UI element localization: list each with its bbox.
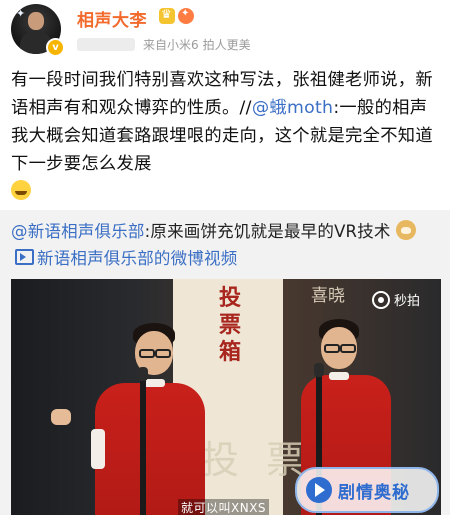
microphone-stand <box>140 379 146 515</box>
video-subtitle: 就可以叫XNXS <box>178 499 270 515</box>
cry-emoji-icon <box>11 180 31 200</box>
device-source: 来自小米6 <box>143 38 199 52</box>
video-player[interactable]: 投票箱 喜晓 秒拍 投 票 就可以叫XNXS 剧情奥秘 <box>11 279 441 515</box>
crown-icon <box>159 7 175 24</box>
performer-left-hand <box>51 409 71 425</box>
play-logo-icon <box>306 477 332 503</box>
sparkle-icon: ✦ <box>16 7 26 20</box>
medal-icon <box>178 8 194 24</box>
microphone-icon <box>138 367 148 381</box>
backdrop-text: 喜晓 <box>311 286 345 306</box>
post-header: ✦ v 相声大李 来自小米6 拍人更美 <box>0 0 450 62</box>
performer-left <box>71 319 205 515</box>
username[interactable]: 相声大李 <box>77 6 147 31</box>
user-badges <box>159 7 194 24</box>
repost-body: :原来画饼充饥就是最早的VR技术 <box>144 222 391 241</box>
faded-char: 投 <box>201 438 240 482</box>
repost-card[interactable]: @新语相声俱乐部:原来画饼充饥就是最早的VR技术 新语相声俱乐部的微博视频 投票… <box>0 210 450 515</box>
microphone-icon <box>314 363 324 377</box>
video-link[interactable]: 新语相声俱乐部的微博视频 <box>37 249 237 268</box>
post-meta: 来自小米6 拍人更美 <box>77 36 255 53</box>
watermark-badge: 剧情奥秘 <box>295 467 439 513</box>
post-body: 有一段时间我们特别喜欢这种写法，张祖健老师说，新语相声有和观众博弈的性质。//@… <box>11 66 441 206</box>
blurred-timestamp <box>77 38 135 51</box>
mention-link[interactable]: @蛾moth <box>252 98 334 118</box>
verified-icon: v <box>46 38 65 57</box>
banner-text: 投票箱 <box>218 285 241 365</box>
miaopai-logo: 秒拍 <box>372 290 420 309</box>
miaopai-icon <box>372 290 390 309</box>
logo-text: 秒拍 <box>394 294 421 309</box>
device-slogan: 拍人更美 <box>202 38 251 52</box>
repost-text: @新语相声俱乐部:原来画饼充饥就是最早的VR技术 新语相声俱乐部的微博视频 <box>11 218 441 272</box>
video-icon <box>15 249 34 265</box>
repost-mention[interactable]: @新语相声俱乐部 <box>11 222 145 241</box>
avatar-face <box>28 12 44 30</box>
doge-emoji-icon <box>396 220 417 240</box>
watermark-text: 剧情奥秘 <box>338 482 410 503</box>
